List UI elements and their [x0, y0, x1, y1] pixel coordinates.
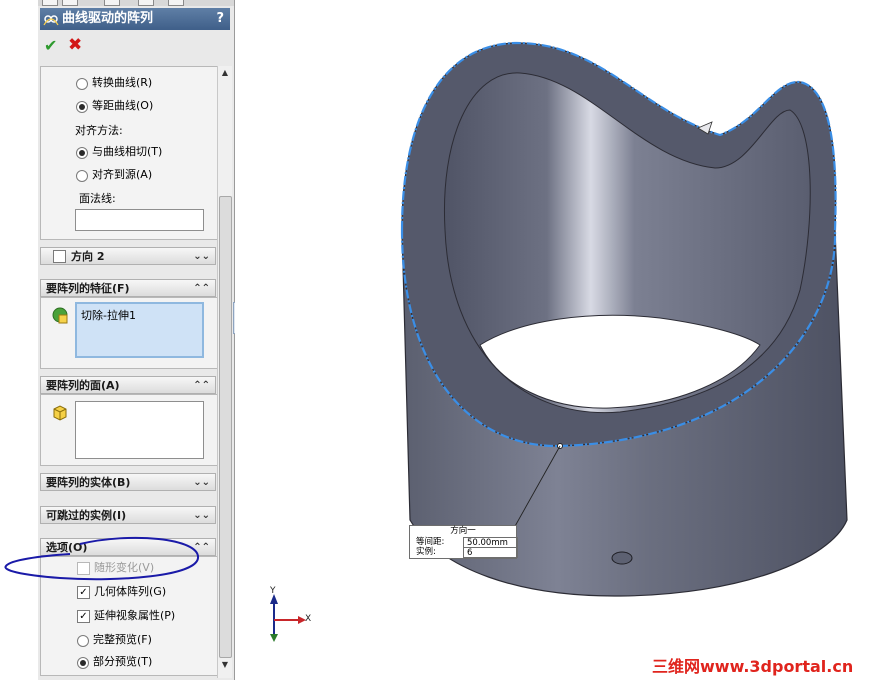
callout-spacing-label: 等间距: [416, 537, 445, 547]
callout-count-value[interactable]: 6 [463, 547, 518, 558]
callout-title: 方向一 [450, 526, 476, 536]
callout-count-label: 实例: [416, 547, 436, 557]
triad-x-label: X [305, 614, 312, 624]
model-render [270, 41, 848, 642]
watermark: 三维网www.3dportal.cn [652, 657, 854, 676]
pattern-direction-callout[interactable]: 方向一 等间距: 50.00mm 实例: 6 [409, 525, 518, 559]
triad-y-label: Y [270, 586, 276, 596]
